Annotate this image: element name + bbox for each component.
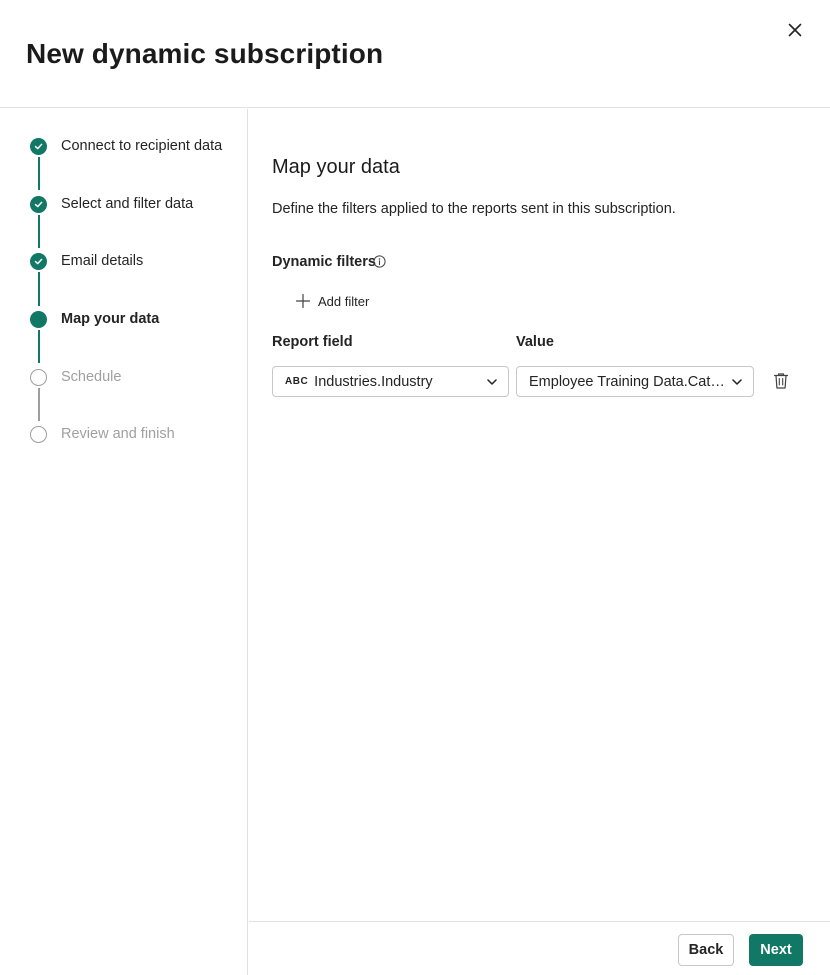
- dynamic-filters-label: Dynamic filters: [272, 254, 376, 270]
- checkmark-icon: [30, 138, 47, 155]
- dialog-title: New dynamic subscription: [26, 38, 384, 69]
- step-label: Select and filter data: [61, 196, 194, 212]
- close-button[interactable]: [782, 17, 808, 43]
- next-button[interactable]: Next: [749, 934, 803, 966]
- value-field-value: Employee Training Data.Category: [529, 373, 731, 390]
- step-label: Email details: [61, 253, 144, 269]
- back-button[interactable]: Back: [678, 934, 734, 966]
- report-field-dropdown[interactable]: ABC Industries.Industry: [272, 366, 509, 397]
- step-navigation: Connect to recipient data Select and fil…: [0, 109, 248, 975]
- step-select-and-filter-data[interactable]: Select and filter data: [0, 196, 248, 226]
- current-step-icon: [30, 311, 47, 328]
- report-field-label: Report field: [272, 334, 353, 350]
- main-panel: Map your data Define the filters applied…: [249, 109, 830, 921]
- close-icon: [788, 23, 802, 37]
- value-label: Value: [516, 334, 554, 350]
- report-field-value: Industries.Industry: [314, 373, 433, 390]
- section-title: Map your data: [272, 156, 400, 178]
- info-icon[interactable]: [373, 255, 386, 268]
- plus-icon: [295, 293, 311, 309]
- dialog-footer: Back Next: [249, 921, 830, 975]
- step-email-details[interactable]: Email details: [0, 253, 248, 283]
- checkmark-icon: [30, 196, 47, 213]
- add-filter-button[interactable]: Add filter: [295, 291, 369, 311]
- step-review-and-finish: Review and finish: [0, 426, 248, 456]
- section-description: Define the filters applied to the report…: [272, 201, 676, 217]
- chevron-down-icon: [487, 378, 497, 385]
- value-dropdown[interactable]: Employee Training Data.Category: [516, 366, 754, 397]
- step-label: Schedule: [61, 369, 122, 385]
- pending-step-icon: [30, 426, 47, 443]
- step-schedule: Schedule: [0, 369, 248, 399]
- pending-step-icon: [30, 369, 47, 386]
- delete-filter-button[interactable]: [771, 371, 791, 391]
- dialog-header: New dynamic subscription: [0, 0, 830, 108]
- add-filter-label: Add filter: [318, 293, 370, 309]
- step-map-your-data[interactable]: Map your data: [0, 311, 248, 341]
- chevron-down-icon: [732, 378, 742, 385]
- text-type-icon: ABC: [285, 376, 309, 387]
- step-label: Connect to recipient data: [61, 138, 223, 154]
- step-connect-to-recipient-data[interactable]: Connect to recipient data: [0, 138, 248, 168]
- checkmark-icon: [30, 253, 47, 270]
- step-label: Map your data: [61, 311, 160, 327]
- step-label: Review and finish: [61, 426, 175, 442]
- trash-icon: [773, 373, 789, 389]
